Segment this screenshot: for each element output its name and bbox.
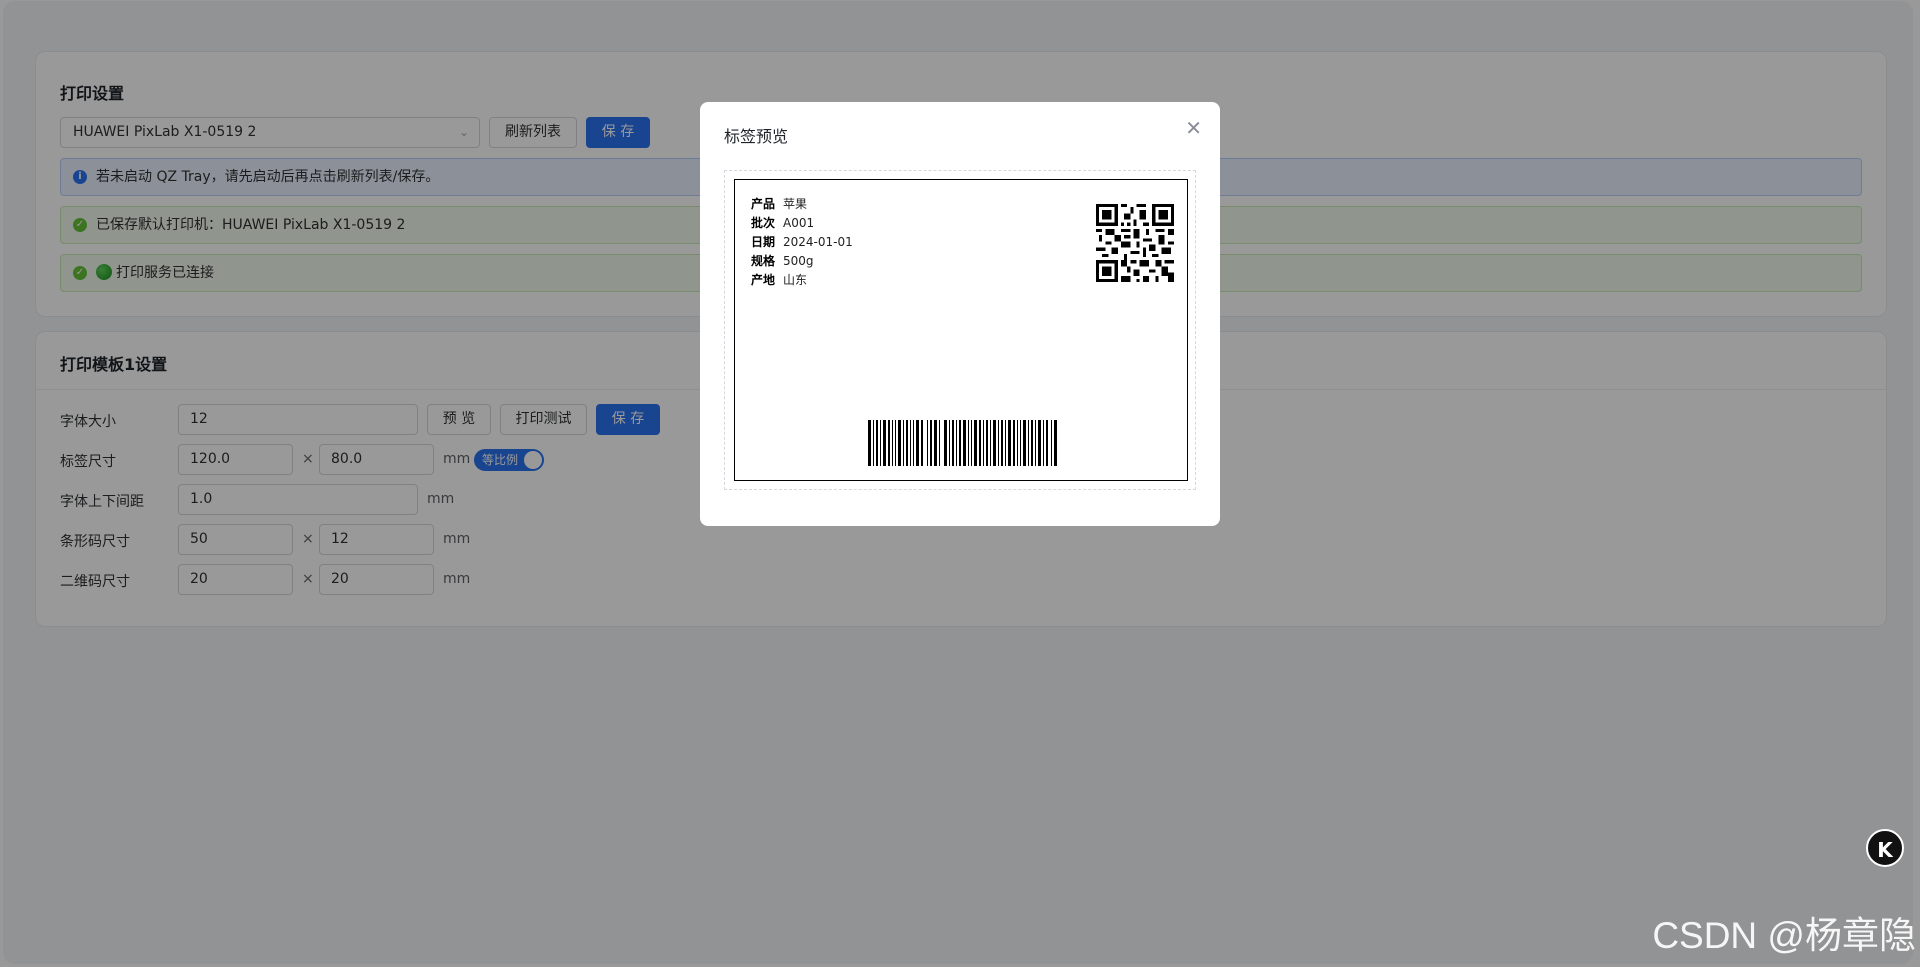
qr-code-icon xyxy=(1096,204,1174,282)
label-field-row: 日期 2024-01-01 xyxy=(751,233,853,252)
field-key: 规格 xyxy=(751,254,776,268)
floating-k-button[interactable]: K xyxy=(1866,829,1904,867)
label-canvas: 产品 苹果 批次 A001 日期 2024-01-01 规格 500g 产地 山东 xyxy=(734,179,1188,481)
barcode-icon xyxy=(868,420,1057,466)
field-value: 山东 xyxy=(783,273,808,287)
field-value: 2024-01-01 xyxy=(783,235,853,249)
label-field-row: 产地 山东 xyxy=(751,271,853,290)
field-key: 批次 xyxy=(751,216,776,230)
field-value: A001 xyxy=(783,216,815,230)
dialog-title: 标签预览 xyxy=(724,127,789,146)
field-value: 苹果 xyxy=(783,197,808,211)
field-value: 500g xyxy=(783,254,814,268)
field-key: 日期 xyxy=(751,235,776,249)
label-field-row: 批次 A001 xyxy=(751,214,853,233)
label-preview-dialog: 标签预览 ✕ 产品 苹果 批次 A001 日期 2024-01-01 规格 500g 产… xyxy=(700,102,1220,526)
close-icon[interactable]: ✕ xyxy=(1185,118,1202,138)
csdn-watermark: CSDN @杨章隐 xyxy=(1652,915,1916,956)
label-field-row: 规格 500g xyxy=(751,252,853,271)
label-preview-area: 产品 苹果 批次 A001 日期 2024-01-01 规格 500g 产地 山东 xyxy=(724,170,1196,490)
field-key: 产品 xyxy=(751,197,776,211)
field-key: 产地 xyxy=(751,273,776,287)
label-fields: 产品 苹果 批次 A001 日期 2024-01-01 规格 500g 产地 山东 xyxy=(751,195,853,290)
label-field-row: 产品 苹果 xyxy=(751,195,853,214)
